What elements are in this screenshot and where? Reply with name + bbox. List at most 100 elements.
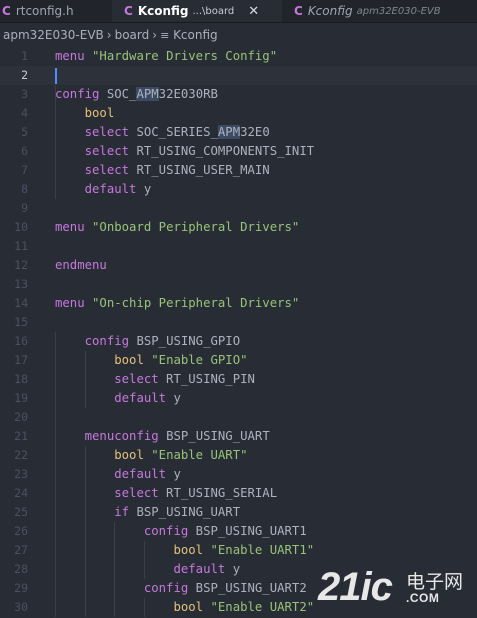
tab-description: apm32E030-EVB (356, 5, 441, 17)
code-token: 32E030RB (158, 87, 218, 101)
line-number: 25 (14, 505, 28, 519)
code-text: config BSP_USING_GPIO (55, 332, 240, 351)
code-line[interactable]: 24 select RT_USING_SERIAL (0, 484, 477, 503)
code-text: default y (55, 465, 181, 484)
code-token: y (136, 182, 152, 196)
code-token: default (114, 391, 167, 405)
code-text: endmenu (55, 256, 107, 275)
code-line[interactable]: 10 menu "Onboard Peripheral Drivers" (0, 218, 477, 237)
code-line[interactable]: 27 bool "Enable UART1" (0, 541, 477, 560)
code-token: endmenu (55, 258, 107, 272)
code-text: default y (55, 560, 240, 579)
code-line[interactable]: 2 (0, 66, 477, 85)
watermark-url-text: .COM (406, 591, 440, 605)
line-number: 11 (14, 239, 28, 253)
code-token: select (84, 125, 130, 139)
code-text: bool (55, 104, 115, 123)
code-line[interactable]: 26 config BSP_USING_UART1 (0, 522, 477, 541)
code-line[interactable]: 19 default y (0, 389, 477, 408)
code-text: config BSP_USING_UART1 (55, 522, 307, 541)
code-text: select RT_USING_PIN (55, 370, 255, 389)
line-number: 19 (14, 391, 28, 405)
code-text: menuconfig BSP_USING_UART (55, 427, 270, 446)
code-line[interactable]: 3 config SOC_APM32E030RB (0, 85, 477, 104)
code-line[interactable]: 9 (0, 199, 477, 218)
code-token: "Enable UART2" (210, 600, 315, 614)
code-token: y (225, 562, 241, 576)
code-line[interactable]: 1 menu "Hardware Drivers Config" (0, 47, 477, 66)
code-line[interactable]: 6 select RT_USING_COMPONENTS_INIT (0, 142, 477, 161)
line-number: 17 (14, 353, 28, 367)
code-token: y (166, 391, 181, 405)
code-token: if (114, 505, 130, 519)
close-icon[interactable]: ✕ (248, 4, 259, 19)
code-token: RT_USING_PIN (158, 372, 255, 386)
tab-rtconfig-h[interactable]: C rtconfig.h (0, 0, 112, 22)
chevron-right-icon: › (152, 28, 158, 42)
code-line[interactable]: 18 select RT_USING_PIN (0, 370, 477, 389)
code-token: BSP_USING_GPIO (129, 334, 241, 348)
code-token: bool (173, 600, 204, 614)
code-line[interactable]: 22 bool "Enable UART" (0, 446, 477, 465)
code-line[interactable]: 16 config BSP_USING_GPIO (0, 332, 477, 351)
code-token: BSP_USING_UART (158, 429, 270, 443)
code-token: RT_USING_COMPONENTS_INIT (129, 144, 315, 158)
tab-kconfig-board[interactable]: C Kconfig ...\board ✕ (112, 0, 282, 22)
code-line[interactable]: 17 bool "Enable GPIO" (0, 351, 477, 370)
code-line[interactable]: 23 default y (0, 465, 477, 484)
line-number: 6 (21, 144, 28, 158)
code-line[interactable]: 15 (0, 313, 477, 332)
code-token: default (114, 467, 167, 481)
breadcrumb: apm32E030-EVB › board › ≡ Kconfig (0, 24, 477, 46)
code-token: select (114, 372, 159, 386)
code-line[interactable]: 4 bool (0, 104, 477, 123)
code-token: RT_USING_SERIAL (158, 486, 278, 500)
code-token: select (84, 144, 130, 158)
code-token: select (114, 486, 159, 500)
c-file-icon: C (294, 4, 303, 18)
line-number: 13 (14, 277, 28, 291)
breadcrumb-item-file[interactable]: Kconfig (173, 28, 218, 42)
code-line[interactable]: 25 if BSP_USING_UART (0, 503, 477, 522)
tab-bar: C rtconfig.h C Kconfig ...\board ✕ C Kco… (0, 0, 477, 23)
code-line[interactable]: 5 select SOC_SERIES_APM32E0 (0, 123, 477, 142)
code-line[interactable]: 21 menuconfig BSP_USING_UART (0, 427, 477, 446)
code-line[interactable]: 7 select RT_USING_USER_MAIN (0, 161, 477, 180)
code-line[interactable]: 8 default y (0, 180, 477, 199)
code-text: bool "Enable UART1" (55, 541, 314, 560)
code-text: select SOC_SERIES_APM32E0 (55, 123, 270, 142)
code-text: select RT_USING_USER_MAIN (55, 161, 270, 180)
text-cursor (55, 67, 57, 84)
code-line[interactable]: 13 (0, 275, 477, 294)
line-number: 21 (14, 429, 28, 443)
code-token: "Enable GPIO" (151, 353, 248, 367)
tab-kconfig-evb[interactable]: C Kconfig apm32E030-EVB (282, 0, 477, 22)
breadcrumb-item-folder[interactable]: apm32E030-EVB (3, 28, 104, 42)
line-number: 24 (14, 486, 28, 500)
code-token: default (84, 182, 137, 196)
code-line[interactable]: 12 endmenu (0, 256, 477, 275)
code-token: "Enable UART" (151, 448, 248, 462)
chevron-right-icon: › (106, 28, 112, 42)
breadcrumb-item-board[interactable]: board (115, 28, 150, 42)
code-line[interactable]: 11 (0, 237, 477, 256)
code-token: SOC_SERIES_ (129, 125, 218, 139)
code-token: BSP_USING_UART1 (188, 524, 307, 538)
code-line[interactable]: 14 menu "On-chip Peripheral Drivers" (0, 294, 477, 313)
code-line[interactable]: 20 (0, 408, 477, 427)
line-number: 14 (14, 296, 28, 310)
code-editor[interactable]: 1 menu "Hardware Drivers Config" 2 3 config … (0, 46, 477, 618)
search-highlight: APM (136, 87, 159, 101)
